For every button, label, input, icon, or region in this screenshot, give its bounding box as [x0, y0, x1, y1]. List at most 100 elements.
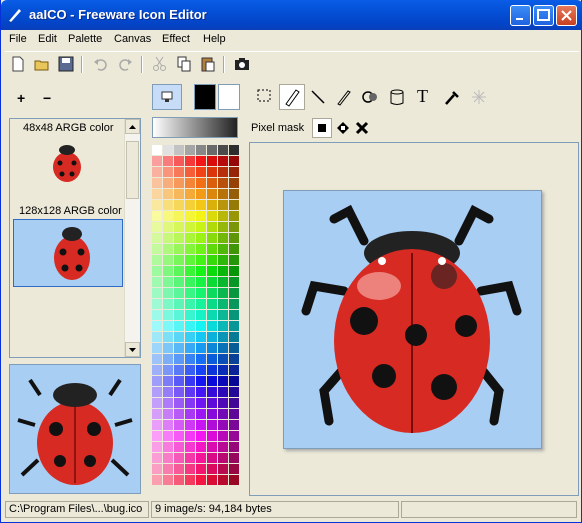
palette-swatch[interactable]: [196, 222, 206, 232]
palette-swatch[interactable]: [207, 453, 217, 463]
palette-swatch[interactable]: [163, 431, 173, 441]
palette-swatch[interactable]: [163, 266, 173, 276]
mask-transparent-icon[interactable]: [335, 120, 351, 136]
palette-swatch[interactable]: [174, 200, 184, 210]
palette-swatch[interactable]: [185, 200, 195, 210]
palette-swatch[interactable]: [218, 343, 228, 353]
palette-swatch[interactable]: [163, 343, 173, 353]
select-icon[interactable]: [256, 88, 274, 106]
palette-swatch[interactable]: [152, 365, 162, 375]
paste-icon[interactable]: [199, 55, 217, 73]
palette-swatch[interactable]: [229, 343, 239, 353]
palette-swatch[interactable]: [229, 145, 239, 155]
palette-swatch[interactable]: [163, 255, 173, 265]
palette-swatch[interactable]: [152, 420, 162, 430]
palette-swatch[interactable]: [229, 222, 239, 232]
palette-swatch[interactable]: [218, 387, 228, 397]
palette-swatch[interactable]: [163, 321, 173, 331]
palette-swatch[interactable]: [207, 233, 217, 243]
palette-swatch[interactable]: [152, 255, 162, 265]
palette-swatch[interactable]: [218, 464, 228, 474]
palette-swatch[interactable]: [229, 398, 239, 408]
palette-swatch[interactable]: [174, 310, 184, 320]
menu-effect[interactable]: Effect: [162, 33, 190, 45]
palette-swatch[interactable]: [152, 453, 162, 463]
palette-swatch[interactable]: [207, 420, 217, 430]
palette-swatch[interactable]: [185, 277, 195, 287]
scroll-down-button[interactable]: [125, 342, 140, 357]
palette-swatch[interactable]: [152, 288, 162, 298]
bucket-icon[interactable]: [388, 88, 406, 106]
palette-swatch[interactable]: [174, 442, 184, 452]
palette-swatch[interactable]: [196, 189, 206, 199]
primary-color-box[interactable]: [194, 84, 216, 110]
palette-swatch[interactable]: [218, 200, 228, 210]
size-label-48[interactable]: 48x48 ARGB color: [23, 122, 114, 134]
palette-swatch[interactable]: [207, 475, 217, 485]
palette-swatch[interactable]: [218, 156, 228, 166]
palette-swatch[interactable]: [152, 475, 162, 485]
text-icon[interactable]: T: [417, 86, 428, 107]
palette-swatch[interactable]: [185, 255, 195, 265]
palette-swatch[interactable]: [174, 365, 184, 375]
palette-swatch[interactable]: [163, 189, 173, 199]
drawing-canvas[interactable]: [283, 190, 542, 449]
palette-swatch[interactable]: [207, 145, 217, 155]
palette-swatch[interactable]: [207, 178, 217, 188]
palette-swatch[interactable]: [174, 178, 184, 188]
palette-swatch[interactable]: [163, 475, 173, 485]
palette-swatch[interactable]: [163, 310, 173, 320]
palette-swatch[interactable]: [207, 343, 217, 353]
palette-swatch[interactable]: [196, 475, 206, 485]
palette-swatch[interactable]: [163, 365, 173, 375]
palette-swatch[interactable]: [185, 288, 195, 298]
palette-mode-button[interactable]: [152, 84, 182, 110]
close-button[interactable]: [556, 5, 577, 26]
grayscale-gradient[interactable]: [152, 117, 238, 138]
palette-swatch[interactable]: [152, 156, 162, 166]
palette-swatch[interactable]: [218, 431, 228, 441]
palette-swatch[interactable]: [218, 453, 228, 463]
palette-swatch[interactable]: [196, 200, 206, 210]
palette-swatch[interactable]: [207, 409, 217, 419]
palette-swatch[interactable]: [174, 387, 184, 397]
palette-swatch[interactable]: [218, 288, 228, 298]
palette-swatch[interactable]: [185, 453, 195, 463]
palette-swatch[interactable]: [207, 200, 217, 210]
palette-swatch[interactable]: [229, 387, 239, 397]
palette-swatch[interactable]: [207, 156, 217, 166]
palette-swatch[interactable]: [229, 321, 239, 331]
palette-swatch[interactable]: [163, 376, 173, 386]
palette-swatch[interactable]: [218, 332, 228, 342]
palette-swatch[interactable]: [152, 299, 162, 309]
palette-swatch[interactable]: [218, 310, 228, 320]
palette-swatch[interactable]: [163, 409, 173, 419]
palette-swatch[interactable]: [207, 167, 217, 177]
palette-swatch[interactable]: [196, 464, 206, 474]
menu-file[interactable]: File: [9, 33, 27, 45]
palette-swatch[interactable]: [152, 354, 162, 364]
palette-swatch[interactable]: [185, 332, 195, 342]
palette-swatch[interactable]: [185, 189, 195, 199]
palette-swatch[interactable]: [152, 387, 162, 397]
palette-swatch[interactable]: [207, 442, 217, 452]
palette-swatch[interactable]: [207, 288, 217, 298]
palette-swatch[interactable]: [174, 277, 184, 287]
palette-swatch[interactable]: [207, 222, 217, 232]
redo-icon[interactable]: [116, 55, 134, 73]
palette-swatch[interactable]: [229, 376, 239, 386]
palette-swatch[interactable]: [163, 464, 173, 474]
palette-swatch[interactable]: [174, 255, 184, 265]
palette-swatch[interactable]: [174, 189, 184, 199]
palette-swatch[interactable]: [207, 255, 217, 265]
secondary-color-box[interactable]: [218, 84, 240, 110]
palette-swatch[interactable]: [229, 266, 239, 276]
palette-swatch[interactable]: [174, 431, 184, 441]
palette-swatch[interactable]: [229, 200, 239, 210]
palette-swatch[interactable]: [218, 409, 228, 419]
palette-swatch[interactable]: [218, 167, 228, 177]
palette-swatch[interactable]: [218, 420, 228, 430]
palette-swatch[interactable]: [229, 156, 239, 166]
palette-swatch[interactable]: [163, 222, 173, 232]
palette-swatch[interactable]: [185, 299, 195, 309]
